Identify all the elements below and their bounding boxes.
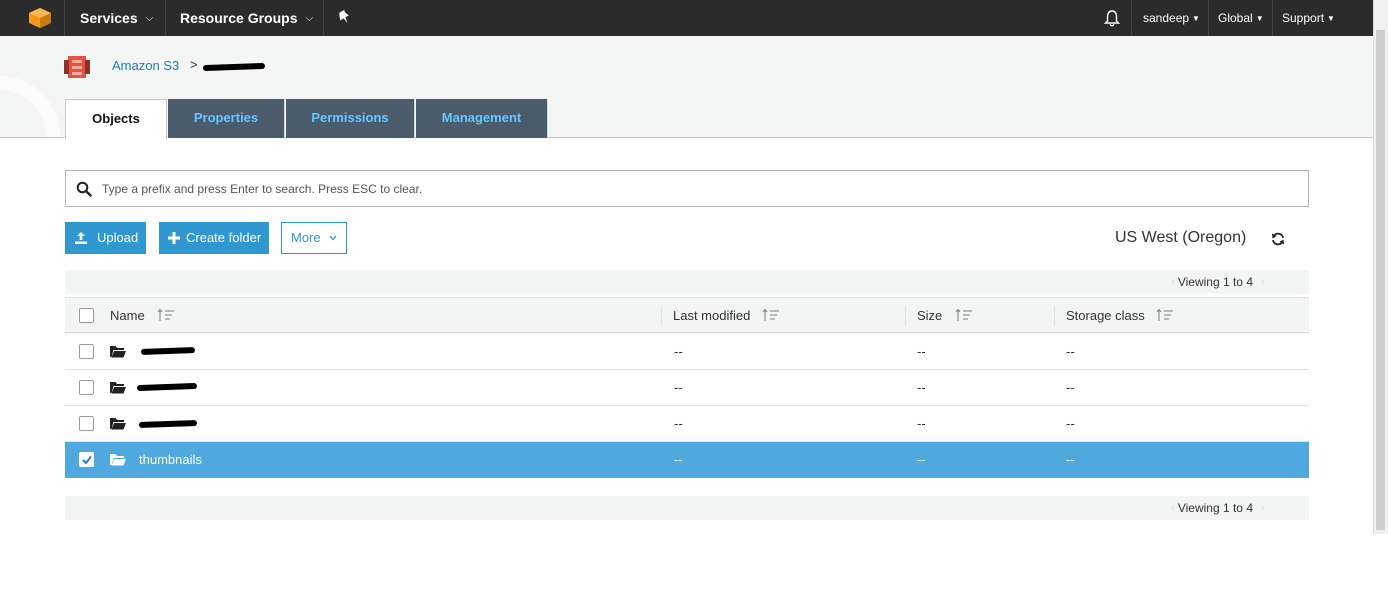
folder-icon bbox=[110, 454, 126, 466]
resource-groups-label: Resource Groups bbox=[180, 10, 298, 26]
bell-icon[interactable] bbox=[1104, 10, 1120, 27]
prefix-search-box bbox=[65, 170, 1309, 207]
row-checkbox[interactable] bbox=[79, 344, 94, 359]
more-label: More bbox=[291, 230, 321, 245]
refresh-icon[interactable] bbox=[1271, 232, 1285, 246]
row-checkbox[interactable] bbox=[79, 452, 94, 467]
folder-icon bbox=[110, 418, 126, 430]
table-row[interactable]: -- -- -- bbox=[65, 334, 1309, 370]
decorative-arc bbox=[0, 76, 60, 137]
chevron-down-icon bbox=[329, 235, 337, 241]
tab-properties[interactable]: Properties bbox=[168, 99, 285, 138]
tab-permissions[interactable]: Permissions bbox=[286, 99, 415, 138]
storage-class-cell: -- bbox=[1066, 380, 1075, 395]
checkmark-icon bbox=[82, 455, 92, 465]
create-folder-button[interactable]: Create folder bbox=[159, 222, 269, 254]
row-checkbox[interactable] bbox=[79, 380, 94, 395]
row-checkbox[interactable] bbox=[79, 416, 94, 431]
top-navigation-bar: Services ⌵ Resource Groups ⌵ sandeep ▼ Glob… bbox=[0, 0, 1373, 36]
plus-icon bbox=[168, 232, 180, 244]
size-cell: -- bbox=[917, 344, 926, 359]
scrollbar-thumb[interactable] bbox=[1376, 30, 1385, 530]
chevron-down-icon: ▼ bbox=[1255, 13, 1264, 23]
tab-management[interactable]: Management bbox=[416, 99, 548, 138]
folder-icon bbox=[110, 382, 126, 394]
more-button[interactable]: More bbox=[281, 222, 347, 254]
user-menu[interactable]: sandeep ▼ bbox=[1143, 0, 1200, 36]
search-icon bbox=[76, 181, 92, 197]
pager-next-arrow[interactable]: › bbox=[1261, 274, 1265, 288]
s3-bucket-icon bbox=[64, 56, 90, 78]
resource-groups-menu[interactable]: Resource Groups ⌵ bbox=[180, 0, 313, 36]
upload-label: Upload bbox=[97, 230, 139, 245]
column-divider[interactable] bbox=[905, 306, 906, 326]
storage-class-cell: -- bbox=[1066, 344, 1075, 359]
chevron-down-icon: ⌵ bbox=[305, 13, 314, 25]
table-row[interactable]: thumbnails -- -- -- bbox=[65, 442, 1309, 478]
breadcrumb-separator: > bbox=[190, 57, 198, 72]
chevron-down-icon: ▼ bbox=[1327, 13, 1335, 23]
pager-top-text: Viewing 1 to 4 bbox=[1177, 275, 1253, 289]
size-cell: -- bbox=[917, 416, 926, 431]
nav-divider bbox=[1131, 0, 1132, 36]
upload-icon bbox=[75, 232, 87, 244]
support-menu[interactable]: Support ▼ bbox=[1282, 0, 1335, 36]
table-header: Name Last modified Size Storage class bbox=[65, 297, 1309, 333]
upload-button[interactable]: Upload bbox=[65, 222, 146, 254]
column-header-last-modified[interactable]: Last modified bbox=[673, 308, 750, 323]
pager-prev-arrow[interactable]: ‹ bbox=[1171, 274, 1175, 288]
pin-icon[interactable] bbox=[337, 10, 351, 25]
size-cell: -- bbox=[917, 452, 926, 467]
storage-class-cell: -- bbox=[1066, 416, 1075, 431]
nav-divider bbox=[1272, 0, 1273, 36]
services-label: Services bbox=[80, 10, 138, 26]
breadcrumb-amazon-s3[interactable]: Amazon S3 bbox=[112, 58, 179, 73]
last-modified-cell: -- bbox=[674, 344, 683, 359]
pager-prev-arrow[interactable]: ‹ bbox=[1171, 500, 1175, 514]
chevron-down-icon: ▼ bbox=[1192, 13, 1200, 23]
redacted-folder-name bbox=[140, 347, 196, 355]
bucket-region: US West (Oregon) bbox=[1115, 229, 1247, 246]
column-header-storage-class[interactable]: Storage class bbox=[1066, 308, 1145, 323]
object-name[interactable]: thumbnails bbox=[139, 452, 202, 467]
nav-divider bbox=[165, 0, 166, 36]
table-row[interactable]: -- -- -- bbox=[65, 370, 1309, 406]
last-modified-cell: -- bbox=[674, 452, 683, 467]
redacted-folder-name bbox=[136, 382, 198, 392]
nav-divider bbox=[64, 0, 65, 36]
pager-next-arrow[interactable]: › bbox=[1261, 500, 1265, 514]
column-header-size[interactable]: Size bbox=[917, 308, 942, 323]
nav-divider bbox=[1208, 0, 1209, 36]
folder-icon bbox=[110, 346, 126, 358]
storage-class-cell: -- bbox=[1066, 452, 1075, 467]
aws-logo-icon[interactable] bbox=[29, 8, 51, 28]
pager-bottom: ‹ Viewing 1 to 4 › bbox=[65, 496, 1309, 520]
last-modified-cell: -- bbox=[674, 380, 683, 395]
column-header-name[interactable]: Name bbox=[110, 308, 145, 323]
sort-icon[interactable] bbox=[1156, 308, 1174, 322]
tab-objects[interactable]: Objects bbox=[65, 99, 167, 139]
sort-icon[interactable] bbox=[762, 308, 780, 322]
chevron-down-icon: ⌵ bbox=[145, 13, 154, 25]
pager-top: ‹ Viewing 1 to 4 › bbox=[65, 270, 1309, 294]
sort-icon[interactable] bbox=[157, 308, 175, 322]
support-label: Support bbox=[1282, 11, 1325, 25]
create-folder-label: Create folder bbox=[186, 230, 262, 245]
table-row[interactable]: -- -- -- bbox=[65, 406, 1309, 442]
size-cell: -- bbox=[917, 380, 926, 395]
region-menu[interactable]: Global ▼ bbox=[1218, 0, 1264, 36]
last-modified-cell: -- bbox=[674, 416, 683, 431]
sort-icon[interactable] bbox=[955, 308, 973, 322]
user-label: sandeep bbox=[1143, 11, 1190, 25]
region-menu-label: Global bbox=[1218, 11, 1253, 25]
nav-divider bbox=[323, 0, 324, 36]
services-menu[interactable]: Services ⌵ bbox=[80, 0, 153, 36]
search-input[interactable] bbox=[102, 171, 1292, 206]
column-divider[interactable] bbox=[661, 306, 662, 326]
select-all-checkbox[interactable] bbox=[79, 308, 94, 323]
column-divider[interactable] bbox=[1054, 306, 1055, 326]
redacted-folder-name bbox=[138, 419, 198, 429]
pager-bottom-text: Viewing 1 to 4 bbox=[1177, 501, 1253, 515]
